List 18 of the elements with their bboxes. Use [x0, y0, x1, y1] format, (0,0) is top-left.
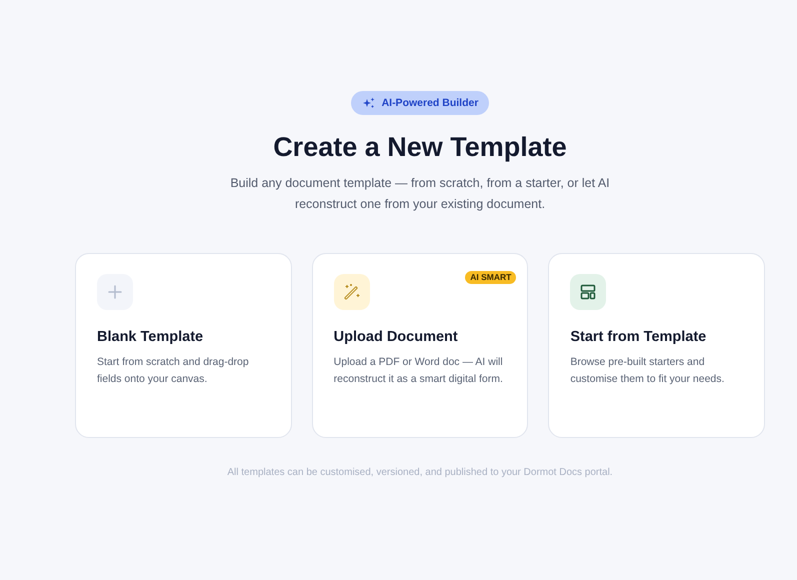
card-title: Blank Template: [97, 329, 204, 345]
card-title: Upload Document: [334, 329, 459, 345]
card-description: Browse pre-built starters and customise them to fit your needs.: [570, 355, 726, 387]
ai-badge: AI-Powered Builder: [350, 91, 490, 115]
page-subtitle: Build any document template — from scratch, from a starter, or let AI reconstruct one from your existing document.: [229, 175, 611, 213]
card-description: Start from scratch and drag-drop fields onto your canvas.: [97, 355, 250, 387]
option-card[interactable]: AI SMART Upload Document Upload a PDF or Word doc — AI will reconstruct it as a smart digital form.: [312, 253, 528, 438]
card-description: Upload a PDF or Word doc — AI will reconstruct it as a smart digital form.: [334, 355, 504, 387]
footer-note: All templates can be customised, versioned, and published to your Dormot Docs portal.: [227, 467, 613, 478]
sparkle-icon: [362, 97, 375, 109]
option-card[interactable]: Start from Template Browse pre-built starters and customise them to fit your needs.: [548, 253, 766, 438]
option-card[interactable]: Blank Template Start from scratch and drag-drop fields onto your canvas.: [75, 253, 292, 438]
layout-icon: [579, 283, 598, 301]
card-title: Start from Template: [570, 329, 708, 345]
ai-smart-badge: AI SMART: [465, 271, 516, 284]
plus-icon: [106, 283, 124, 301]
wand-icon: [342, 283, 361, 301]
page-title: Create a New Template: [273, 131, 567, 164]
